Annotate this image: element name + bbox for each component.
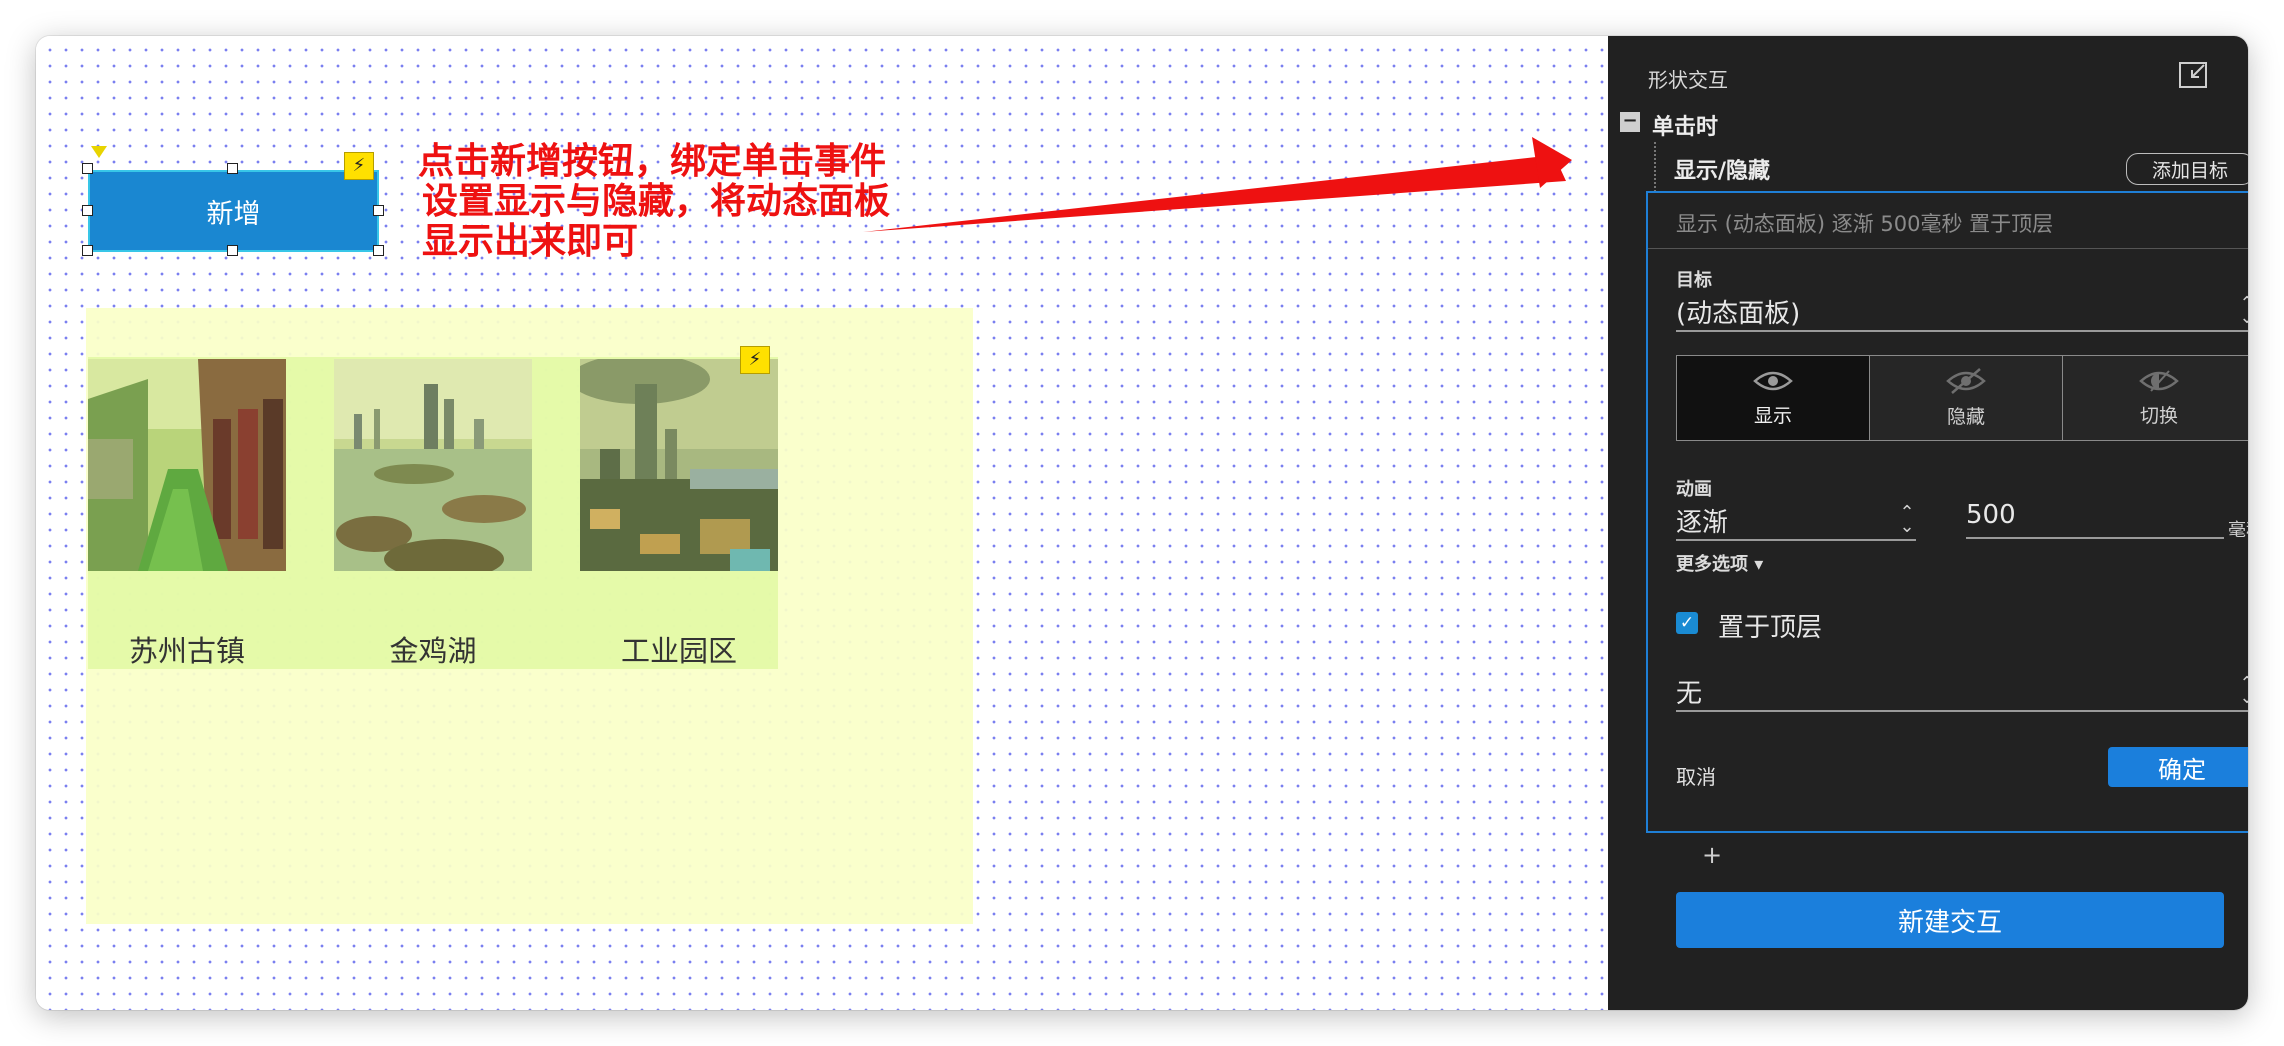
popout-icon[interactable]: [2178, 61, 2208, 93]
bring-to-front-label: 置于顶层: [1718, 613, 1823, 643]
target-select[interactable]: (动态面板): [1676, 293, 1800, 330]
mode-toggle-label: 切换: [2139, 404, 2178, 427]
visibility-mode-group: 显示 隐藏 切换: [1676, 355, 2248, 441]
new-interaction-button[interactable]: 新建交互: [1676, 892, 2224, 948]
animation-label: 动画: [1676, 479, 1712, 500]
app-window: ⚡ 苏州古镇 金鸡湖 工业园区 新增 ⚡ 点击新增按钮，绑定单击事件 设置显示与…: [36, 36, 2248, 1010]
eye-toggle-icon: [2139, 369, 2179, 392]
more-options-toggle[interactable]: 更多选项 ▾: [1676, 550, 1763, 576]
action-summary[interactable]: 显示 (动态面板) 逐渐 500毫秒 置于顶层: [1676, 208, 2053, 238]
select-arrows-icon[interactable]: ⌃ ⌄: [2238, 675, 2248, 707]
target-label: 目标: [1676, 270, 1712, 291]
light-box-underline: [1676, 710, 2248, 712]
select-arrows-icon[interactable]: ⌃ ⌄: [1898, 504, 1916, 536]
mode-toggle[interactable]: 切换: [2063, 356, 2248, 440]
duration-underline: [1966, 537, 2224, 539]
interaction-panel: 形状交互 − 单击时 显示/隐藏 添加目标 显示 (动态面板) 逐渐 500毫秒…: [1608, 36, 2248, 1010]
action-label: 显示/隐藏: [1674, 159, 1771, 184]
animation-select[interactable]: 逐渐: [1676, 502, 1728, 539]
event-label: 单击时: [1652, 115, 1719, 140]
cancel-button[interactable]: 取消: [1676, 761, 1716, 790]
mode-show-label: 显示: [1753, 404, 1792, 427]
mode-show[interactable]: 显示: [1677, 356, 1870, 440]
ok-button[interactable]: 确定: [2108, 747, 2248, 787]
action-editor: 显示 (动态面板) 逐渐 500毫秒 置于顶层 目标 (动态面板) ⌃⌄ 显示: [1646, 191, 2248, 833]
panel-title: 形状交互: [1648, 68, 1728, 92]
duration-unit: 毫秒: [2228, 520, 2248, 541]
eye-off-icon: [1946, 367, 1986, 394]
target-underline: [1676, 330, 2248, 332]
animation-underline: [1676, 539, 1916, 541]
add-target-button[interactable]: 添加目标: [2126, 153, 2248, 185]
bring-to-front-checkbox[interactable]: ✓: [1676, 612, 1698, 634]
mode-hide[interactable]: 隐藏: [1870, 356, 2063, 440]
divider: [1648, 248, 2248, 249]
more-options-label: 更多选项 ▾: [1676, 554, 1764, 575]
select-arrows-icon[interactable]: ⌃ ⌄: [2238, 295, 2248, 327]
duration-input[interactable]: 500: [1966, 500, 2016, 530]
add-action-button[interactable]: +: [1702, 841, 1722, 869]
collapse-icon[interactable]: −: [1620, 112, 1640, 132]
eye-icon: [1753, 371, 1793, 390]
mode-hide-label: 隐藏: [1946, 405, 1985, 428]
light-box-select[interactable]: 无: [1676, 673, 1702, 710]
design-canvas[interactable]: ⚡ 苏州古镇 金鸡湖 工业园区 新增 ⚡ 点击新增按钮，绑定单击事件 设置显示与…: [36, 36, 1608, 1010]
annotation-arrow: [863, 137, 1572, 232]
tree-line: [1654, 142, 1658, 192]
